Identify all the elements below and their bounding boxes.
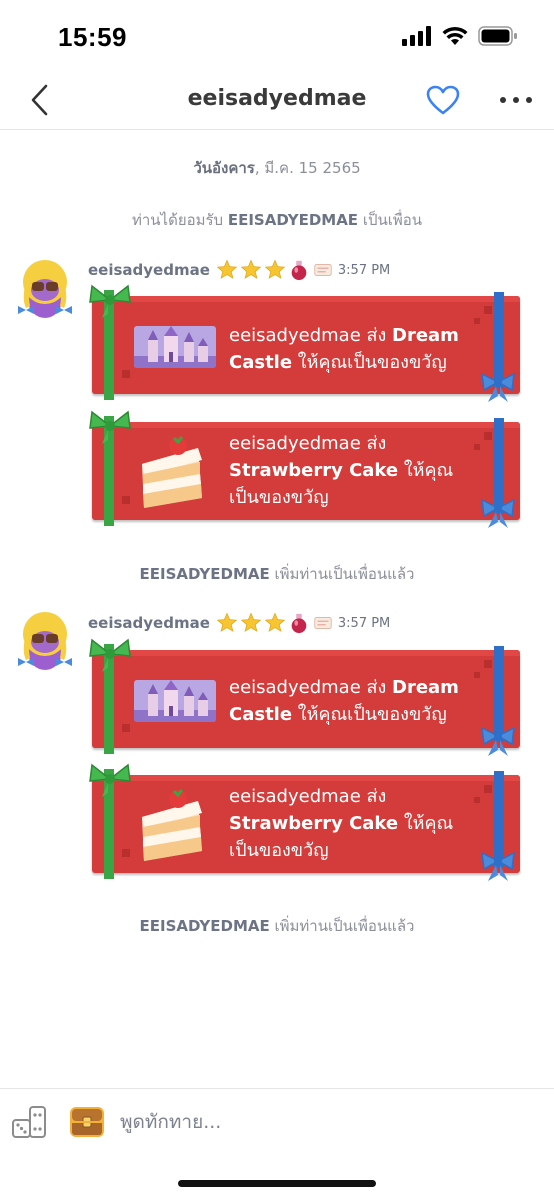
- blue-bow-icon: [481, 851, 515, 881]
- blue-bow-icon: [481, 498, 515, 528]
- green-bow-icon: [89, 284, 131, 318]
- date-rest: , มี.ค. 15 2565: [254, 159, 361, 177]
- heart-icon: [426, 85, 460, 115]
- message-input[interactable]: [120, 1105, 520, 1139]
- wifi-icon: [442, 26, 468, 45]
- date-separator: วันอังคาร, มี.ค. 15 2565: [0, 156, 554, 180]
- system-text: ท่านได้ยอมรับ: [131, 211, 228, 229]
- chat-header: eeisadyedmae: [0, 70, 554, 130]
- gift-message: eeisadyedmae ส่ง Dream Castle ให้คุณเป็น…: [229, 322, 479, 376]
- message-time: 3:57 PM: [337, 262, 391, 278]
- sender-name[interactable]: eeisadyedmae: [88, 614, 210, 632]
- gift-sender-text: eeisadyedmae ส่ง: [229, 325, 392, 346]
- system-message-accepted: ท่านได้ยอมรับ EEISADYEDMAE เป็นเพื่อน: [0, 208, 554, 232]
- status-bar: 15:59: [0, 0, 554, 70]
- gift-card-strawberry-cake[interactable]: eeisadyedmae ส่ง Strawberry Cake ให้คุณเ…: [89, 763, 520, 881]
- blue-bow-icon: [481, 372, 515, 402]
- star-icon: [264, 612, 286, 632]
- avatar[interactable]: [16, 256, 74, 322]
- star-icon: [216, 259, 238, 279]
- gift-card-strawberry-cake[interactable]: eeisadyedmae ส่ง Strawberry Cake ให้คุณเ…: [89, 410, 520, 528]
- potion-icon: [291, 613, 307, 634]
- favorite-button[interactable]: [424, 80, 462, 120]
- star-icon: [264, 259, 286, 279]
- gift-suffix-text: ให้คุณเป็นของขวัญ: [292, 704, 447, 725]
- gift-sender-text: eeisadyedmae ส่ง: [229, 786, 387, 807]
- message-input-bar: [0, 1088, 554, 1158]
- avatar[interactable]: [16, 608, 74, 674]
- potion-icon: [291, 260, 307, 281]
- system-text: เพิ่มท่านเป็นเพื่อนแล้ว: [269, 917, 415, 935]
- status-time: 15:59: [58, 22, 127, 52]
- system-text: เพิ่มท่านเป็นเพื่อนแล้ว: [269, 565, 415, 583]
- gift-message: eeisadyedmae ส่ง Dream Castle ให้คุณเป็น…: [229, 674, 479, 728]
- sender-name[interactable]: eeisadyedmae: [88, 261, 210, 279]
- more-dots-icon: [500, 97, 532, 103]
- page-title: eeisadyedmae: [187, 86, 367, 111]
- gift-message: eeisadyedmae ส่ง Strawberry Cake ให้คุณเ…: [229, 783, 479, 864]
- scroll-icon: [314, 617, 332, 629]
- dice-icon[interactable]: [10, 1103, 48, 1141]
- gift-sender-text: eeisadyedmae ส่ง: [229, 677, 392, 698]
- strawberry-cake-image: [142, 789, 202, 861]
- message-time: 3:57 PM: [337, 615, 391, 631]
- gift-suffix-text: ให้คุณเป็นของขวัญ: [292, 352, 447, 373]
- status-icons: [402, 26, 518, 46]
- gift-card-dream-castle[interactable]: eeisadyedmae ส่ง Dream Castle ให้คุณเป็น…: [89, 638, 520, 756]
- gift-item-name: Strawberry Cake: [229, 460, 399, 481]
- gift-sender-text: eeisadyedmae ส่ง: [229, 433, 387, 454]
- gift-item-name: Strawberry Cake: [229, 813, 399, 834]
- system-friend-name: EEISADYEDMAE: [139, 917, 270, 935]
- star-icon: [216, 612, 238, 632]
- battery-icon: [478, 26, 517, 46]
- system-text: เป็นเพื่อน: [358, 211, 423, 229]
- star-icon: [240, 259, 262, 279]
- dream-castle-image: [134, 326, 216, 368]
- more-options-button[interactable]: [496, 80, 536, 120]
- dream-castle-image: [134, 680, 216, 722]
- green-bow-icon: [89, 763, 131, 797]
- system-friend-name: EEISADYEDMAE: [227, 211, 359, 229]
- strawberry-cake-image: [142, 436, 202, 508]
- system-message-added: EEISADYEDMAE เพิ่มท่านเป็นเพื่อนแล้ว: [0, 562, 554, 586]
- signal-icon: [402, 26, 431, 46]
- blue-bow-icon: [481, 726, 515, 756]
- scroll-icon: [314, 264, 332, 276]
- gift-card-dream-castle[interactable]: eeisadyedmae ส่ง Dream Castle ให้คุณเป็น…: [89, 284, 520, 402]
- system-message-added: EEISADYEDMAE เพิ่มท่านเป็นเพื่อนแล้ว: [0, 914, 554, 938]
- home-indicator: [178, 1180, 376, 1187]
- system-friend-name: EEISADYEDMAE: [139, 565, 270, 583]
- date-weekday: วันอังคาร: [193, 159, 255, 177]
- star-icon: [240, 612, 262, 632]
- green-bow-icon: [89, 638, 131, 672]
- message-header: eeisadyedmae 3:57 PM: [88, 258, 390, 282]
- message-header: eeisadyedmae 3:57 PM: [88, 611, 390, 635]
- treasure-chest-icon[interactable]: [68, 1103, 106, 1139]
- green-bow-icon: [89, 410, 131, 444]
- gift-message: eeisadyedmae ส่ง Strawberry Cake ให้คุณเ…: [229, 430, 479, 511]
